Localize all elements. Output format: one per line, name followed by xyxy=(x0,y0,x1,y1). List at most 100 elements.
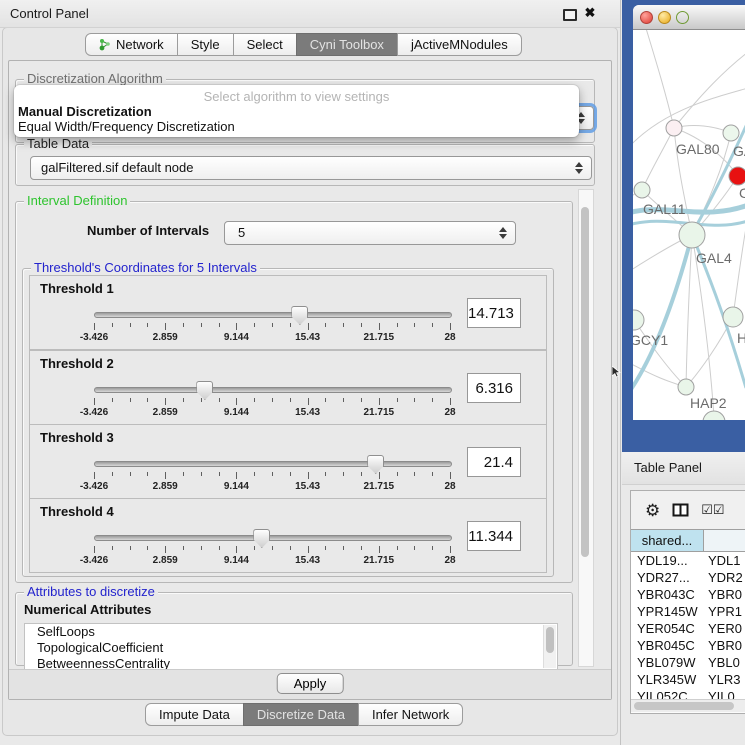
close-icon[interactable]: ✖ xyxy=(583,4,597,22)
column-header-name[interactable]: na xyxy=(704,530,745,551)
column-header-shared-name[interactable]: shared... xyxy=(631,530,704,551)
apply-button[interactable]: Apply xyxy=(277,673,344,694)
slider-ticks xyxy=(94,398,450,406)
num-intervals-label: Number of Intervals xyxy=(87,223,209,238)
combo-value: 5 xyxy=(238,222,245,243)
group-title: Threshold's Coordinates for 5 Intervals xyxy=(31,261,260,275)
numerical-attributes-list[interactable]: SelfLoops TopologicalCoefficient Between… xyxy=(24,623,558,670)
network-window-titlebar[interactable] xyxy=(633,5,745,30)
cell[interactable]: YBL0 xyxy=(704,654,745,671)
slider-track[interactable] xyxy=(94,312,452,318)
algorithm-dropdown-popup: Select algorithm to view settings Manual… xyxy=(14,85,579,137)
cell[interactable]: YER0 xyxy=(704,620,745,637)
threshold-value-field[interactable]: 21.4 xyxy=(467,447,521,477)
threshold-row: Threshold 4 -3.4262.8599.14415.4321.7152… xyxy=(29,498,547,573)
table-row[interactable]: YDL19...YDL1 xyxy=(631,552,745,569)
group-title: Attributes to discretize xyxy=(24,585,158,599)
tab-select[interactable]: Select xyxy=(233,33,297,56)
network-graph: GAL80 GA C GAL11 GAL4 GCY1 H HAP2 xyxy=(633,30,745,420)
cyni-toolbox-panel: Discretization Algorithm Select algorith… xyxy=(8,60,612,700)
cell[interactable]: YIL052C xyxy=(631,688,704,699)
gear-icon[interactable]: ⚙ xyxy=(645,502,660,519)
cell[interactable]: YPR1 xyxy=(704,603,745,620)
threshold-slider[interactable]: -3.4262.8599.14415.4321.71528 xyxy=(94,455,450,495)
minimize-traffic-light-icon[interactable] xyxy=(658,11,671,24)
threshold-label: Threshold 4 xyxy=(40,504,114,519)
slider-tick-labels: -3.4262.8599.14415.4321.71528 xyxy=(94,555,450,567)
cell[interactable]: YLR3 xyxy=(704,671,745,688)
list-item[interactable]: SelfLoops xyxy=(25,624,557,640)
tab-style[interactable]: Style xyxy=(177,33,234,56)
select-columns-icon[interactable]: ☑☑ xyxy=(701,502,724,518)
cell[interactable]: YBR0 xyxy=(704,637,745,654)
tab-discretize-data[interactable]: Discretize Data xyxy=(243,703,359,726)
cell[interactable]: YIL0 xyxy=(704,688,745,699)
network-canvas[interactable]: GAL80 GA C GAL11 GAL4 GCY1 H HAP2 xyxy=(633,30,745,420)
cell[interactable]: YDR2 xyxy=(704,569,745,586)
table-row[interactable]: YER054CYER0 xyxy=(631,620,745,637)
threshold-value-field[interactable]: 14.713 xyxy=(467,298,521,328)
network-node-gal80 xyxy=(666,120,682,136)
cell[interactable]: YDL19... xyxy=(631,552,704,569)
table-row[interactable]: YBR045CYBR0 xyxy=(631,637,745,654)
node-label: GAL4 xyxy=(696,250,732,266)
tab-network[interactable]: Network xyxy=(85,33,178,56)
split-columns-icon[interactable] xyxy=(672,503,689,517)
table-panel-header: Table Panel xyxy=(622,452,745,485)
slider-ticks xyxy=(94,472,450,480)
num-intervals-combobox[interactable]: 5 xyxy=(224,221,516,245)
table-row[interactable]: YDR27...YDR2 xyxy=(631,569,745,586)
threshold-value-field[interactable]: 6.316 xyxy=(467,373,521,403)
cell[interactable]: YBR045C xyxy=(631,637,704,654)
float-window-icon[interactable] xyxy=(563,9,577,21)
cell[interactable]: YLR345W xyxy=(631,671,704,688)
attributes-group: Attributes to discretize Numerical Attri… xyxy=(15,592,573,666)
threshold-slider[interactable]: -3.4262.8599.14415.4321.71528 xyxy=(94,381,450,421)
cell[interactable]: YBR0 xyxy=(704,586,745,603)
list-item[interactable]: TopologicalCoefficient xyxy=(25,640,557,656)
table-row[interactable]: YPR145WYPR1 xyxy=(631,603,745,620)
tab-impute-data[interactable]: Impute Data xyxy=(145,703,244,726)
scrollbar-thumb[interactable] xyxy=(634,702,734,710)
threshold-slider[interactable]: -3.4262.8599.14415.4321.71528 xyxy=(94,529,450,569)
cell[interactable]: YER054C xyxy=(631,620,704,637)
scrollbar-thumb[interactable] xyxy=(546,627,554,653)
network-node xyxy=(703,411,725,420)
cell[interactable]: YPR145W xyxy=(631,603,704,620)
threshold-value-field[interactable]: 11.344 xyxy=(467,521,521,551)
dropdown-item-equal-width[interactable]: Equal Width/Frequency Discretization xyxy=(18,119,235,134)
tab-cyni-toolbox[interactable]: Cyni Toolbox xyxy=(296,33,398,56)
tab-label: Style xyxy=(191,34,220,55)
close-traffic-light-icon[interactable] xyxy=(640,11,653,24)
list-item[interactable]: BetweennessCentrality xyxy=(25,656,557,670)
node-label: C xyxy=(739,185,745,201)
slider-track[interactable] xyxy=(94,535,452,541)
slider-track[interactable] xyxy=(94,387,452,393)
tab-infer-network[interactable]: Infer Network xyxy=(358,703,463,726)
table-row[interactable]: YBR043CYBR0 xyxy=(631,586,745,603)
cell[interactable]: YBL079W xyxy=(631,654,704,671)
network-node-gal11 xyxy=(634,182,650,198)
numerical-attributes-label: Numerical Attributes xyxy=(24,602,151,617)
mouse-cursor xyxy=(612,366,622,378)
table-row[interactable]: YLR345WYLR3 xyxy=(631,671,745,688)
cell[interactable]: YBR043C xyxy=(631,586,704,603)
cell[interactable]: YDL1 xyxy=(704,552,745,569)
table-data-combobox[interactable]: galFiltered.sif default node xyxy=(30,156,592,180)
table-hscrollbar[interactable] xyxy=(631,699,745,712)
tab-label: Impute Data xyxy=(159,704,230,725)
table-header-row: shared... na xyxy=(631,529,745,552)
window-title: Control Panel xyxy=(10,0,89,27)
slider-track[interactable] xyxy=(94,461,452,467)
table-row[interactable]: YBL079WYBL0 xyxy=(631,654,745,671)
cell[interactable]: YDR27... xyxy=(631,569,704,586)
panel-scrollbar[interactable] xyxy=(578,189,594,667)
table-row[interactable]: YIL052CYIL0 xyxy=(631,688,745,699)
dropdown-item-manual[interactable]: Manual Discretization xyxy=(18,104,152,119)
threshold-slider[interactable]: -3.4262.8599.14415.4321.71528 xyxy=(94,306,450,346)
node-label: GAL11 xyxy=(643,201,686,217)
scrollbar-thumb[interactable] xyxy=(581,207,589,557)
list-scrollbar[interactable] xyxy=(543,625,556,668)
tab-jactivemnodules[interactable]: jActiveMNodules xyxy=(397,33,522,56)
zoom-traffic-light-icon[interactable] xyxy=(676,11,689,24)
